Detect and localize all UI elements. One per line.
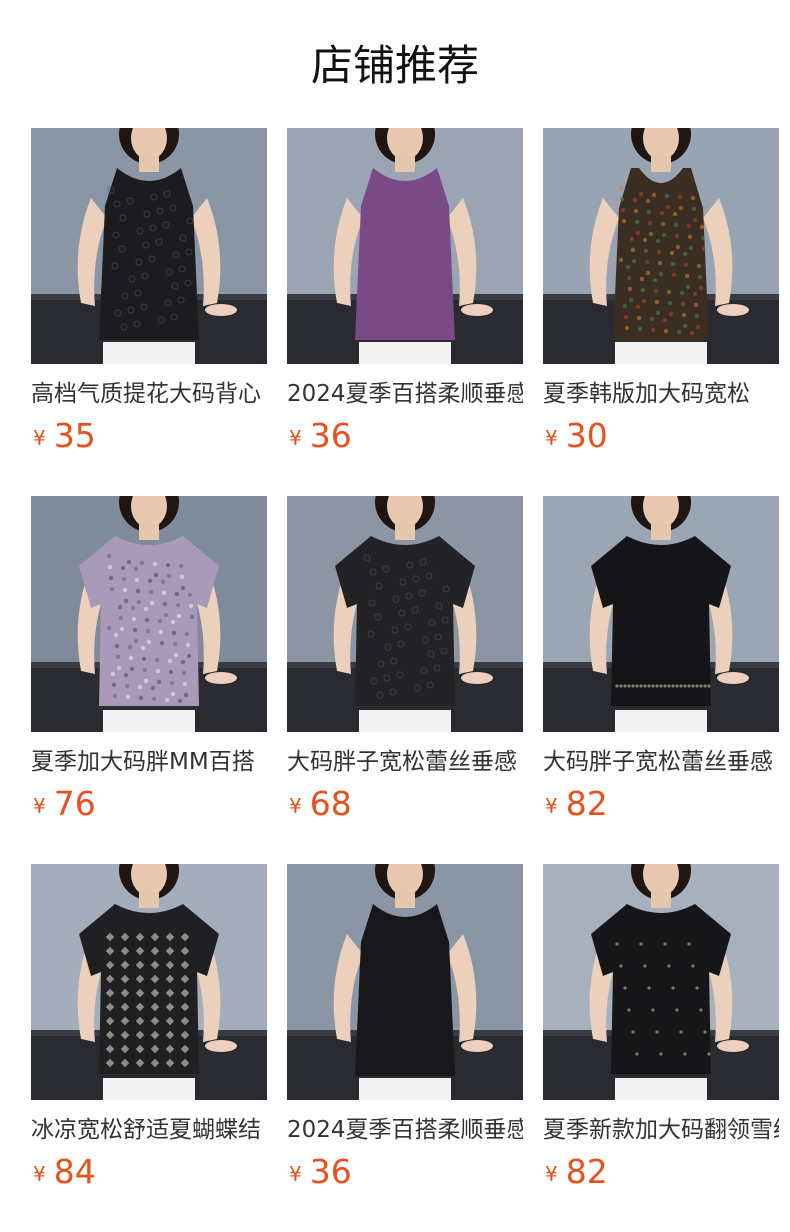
price-value: 30 <box>565 416 608 455</box>
product-image[interactable] <box>31 128 267 364</box>
product-name[interactable]: 夏季加大码胖MM百搭 <box>31 746 267 778</box>
currency-symbol: ¥ <box>33 1162 46 1186</box>
product-card[interactable]: 大码胖子宽松蕾丝垂感 ¥68 <box>287 496 523 864</box>
product-name[interactable]: 2024夏季百搭柔顺垂感 <box>287 1114 523 1146</box>
product-photo <box>31 864 267 1100</box>
currency-symbol: ¥ <box>289 1162 302 1186</box>
price-value: 36 <box>309 416 352 455</box>
currency-symbol: ¥ <box>289 794 302 818</box>
product-card[interactable]: 冰凉宽松舒适夏蝴蝶结 ¥84 <box>31 864 267 1232</box>
product-image[interactable] <box>31 496 267 732</box>
product-photo <box>287 864 523 1100</box>
product-card[interactable]: 夏季新款加大码翻领雪纺 ¥82 <box>543 864 779 1232</box>
product-image[interactable] <box>543 864 779 1100</box>
product-image[interactable] <box>31 864 267 1100</box>
product-price: ¥82 <box>545 1152 608 1192</box>
product-price: ¥82 <box>545 784 608 824</box>
product-price: ¥35 <box>33 416 96 456</box>
product-price: ¥76 <box>33 784 96 824</box>
product-price: ¥84 <box>33 1152 96 1192</box>
currency-symbol: ¥ <box>545 794 558 818</box>
product-card[interactable]: 2024夏季百搭柔顺垂感 ¥36 <box>287 128 523 496</box>
product-image[interactable] <box>543 496 779 732</box>
product-price: ¥36 <box>289 416 352 456</box>
price-value: 82 <box>565 784 608 823</box>
product-image[interactable] <box>287 128 523 364</box>
product-name[interactable]: 夏季韩版加大码宽松 <box>543 378 779 410</box>
product-price: ¥68 <box>289 784 352 824</box>
product-photo <box>31 128 267 364</box>
product-photo <box>543 496 779 732</box>
product-name[interactable]: 高档气质提花大码背心 <box>31 378 267 410</box>
product-card[interactable]: 大码胖子宽松蕾丝垂感 ¥82 <box>543 496 779 864</box>
product-card[interactable]: 夏季加大码胖MM百搭 ¥76 <box>31 496 267 864</box>
currency-symbol: ¥ <box>545 426 558 450</box>
currency-symbol: ¥ <box>33 794 46 818</box>
product-photo <box>543 128 779 364</box>
price-value: 36 <box>309 1152 352 1191</box>
product-photo <box>287 128 523 364</box>
product-photo <box>287 496 523 732</box>
product-name[interactable]: 大码胖子宽松蕾丝垂感 <box>543 746 779 778</box>
product-name[interactable]: 2024夏季百搭柔顺垂感 <box>287 378 523 410</box>
price-value: 35 <box>53 416 96 455</box>
product-photo <box>31 496 267 732</box>
product-card[interactable]: 2024夏季百搭柔顺垂感 ¥36 <box>287 864 523 1232</box>
product-price: ¥30 <box>545 416 608 456</box>
product-price: ¥36 <box>289 1152 352 1192</box>
product-grid: 高档气质提花大码背心 ¥35 2024夏季百搭柔顺垂感 ¥36 夏季韩版加大码宽… <box>31 128 780 1232</box>
currency-symbol: ¥ <box>33 426 46 450</box>
product-image[interactable] <box>543 128 779 364</box>
product-image[interactable] <box>287 864 523 1100</box>
product-image[interactable] <box>287 496 523 732</box>
price-value: 84 <box>53 1152 96 1191</box>
price-value: 76 <box>53 784 96 823</box>
product-name[interactable]: 冰凉宽松舒适夏蝴蝶结 <box>31 1114 267 1146</box>
product-card[interactable]: 夏季韩版加大码宽松 ¥30 <box>543 128 779 496</box>
currency-symbol: ¥ <box>289 426 302 450</box>
product-photo <box>543 864 779 1100</box>
price-value: 68 <box>309 784 352 823</box>
product-card[interactable]: 高档气质提花大码背心 ¥35 <box>31 128 267 496</box>
currency-symbol: ¥ <box>545 1162 558 1186</box>
product-name[interactable]: 大码胖子宽松蕾丝垂感 <box>287 746 523 778</box>
price-value: 82 <box>565 1152 608 1191</box>
section-title: 店铺推荐 <box>310 41 479 90</box>
product-name[interactable]: 夏季新款加大码翻领雪纺 <box>543 1114 779 1146</box>
